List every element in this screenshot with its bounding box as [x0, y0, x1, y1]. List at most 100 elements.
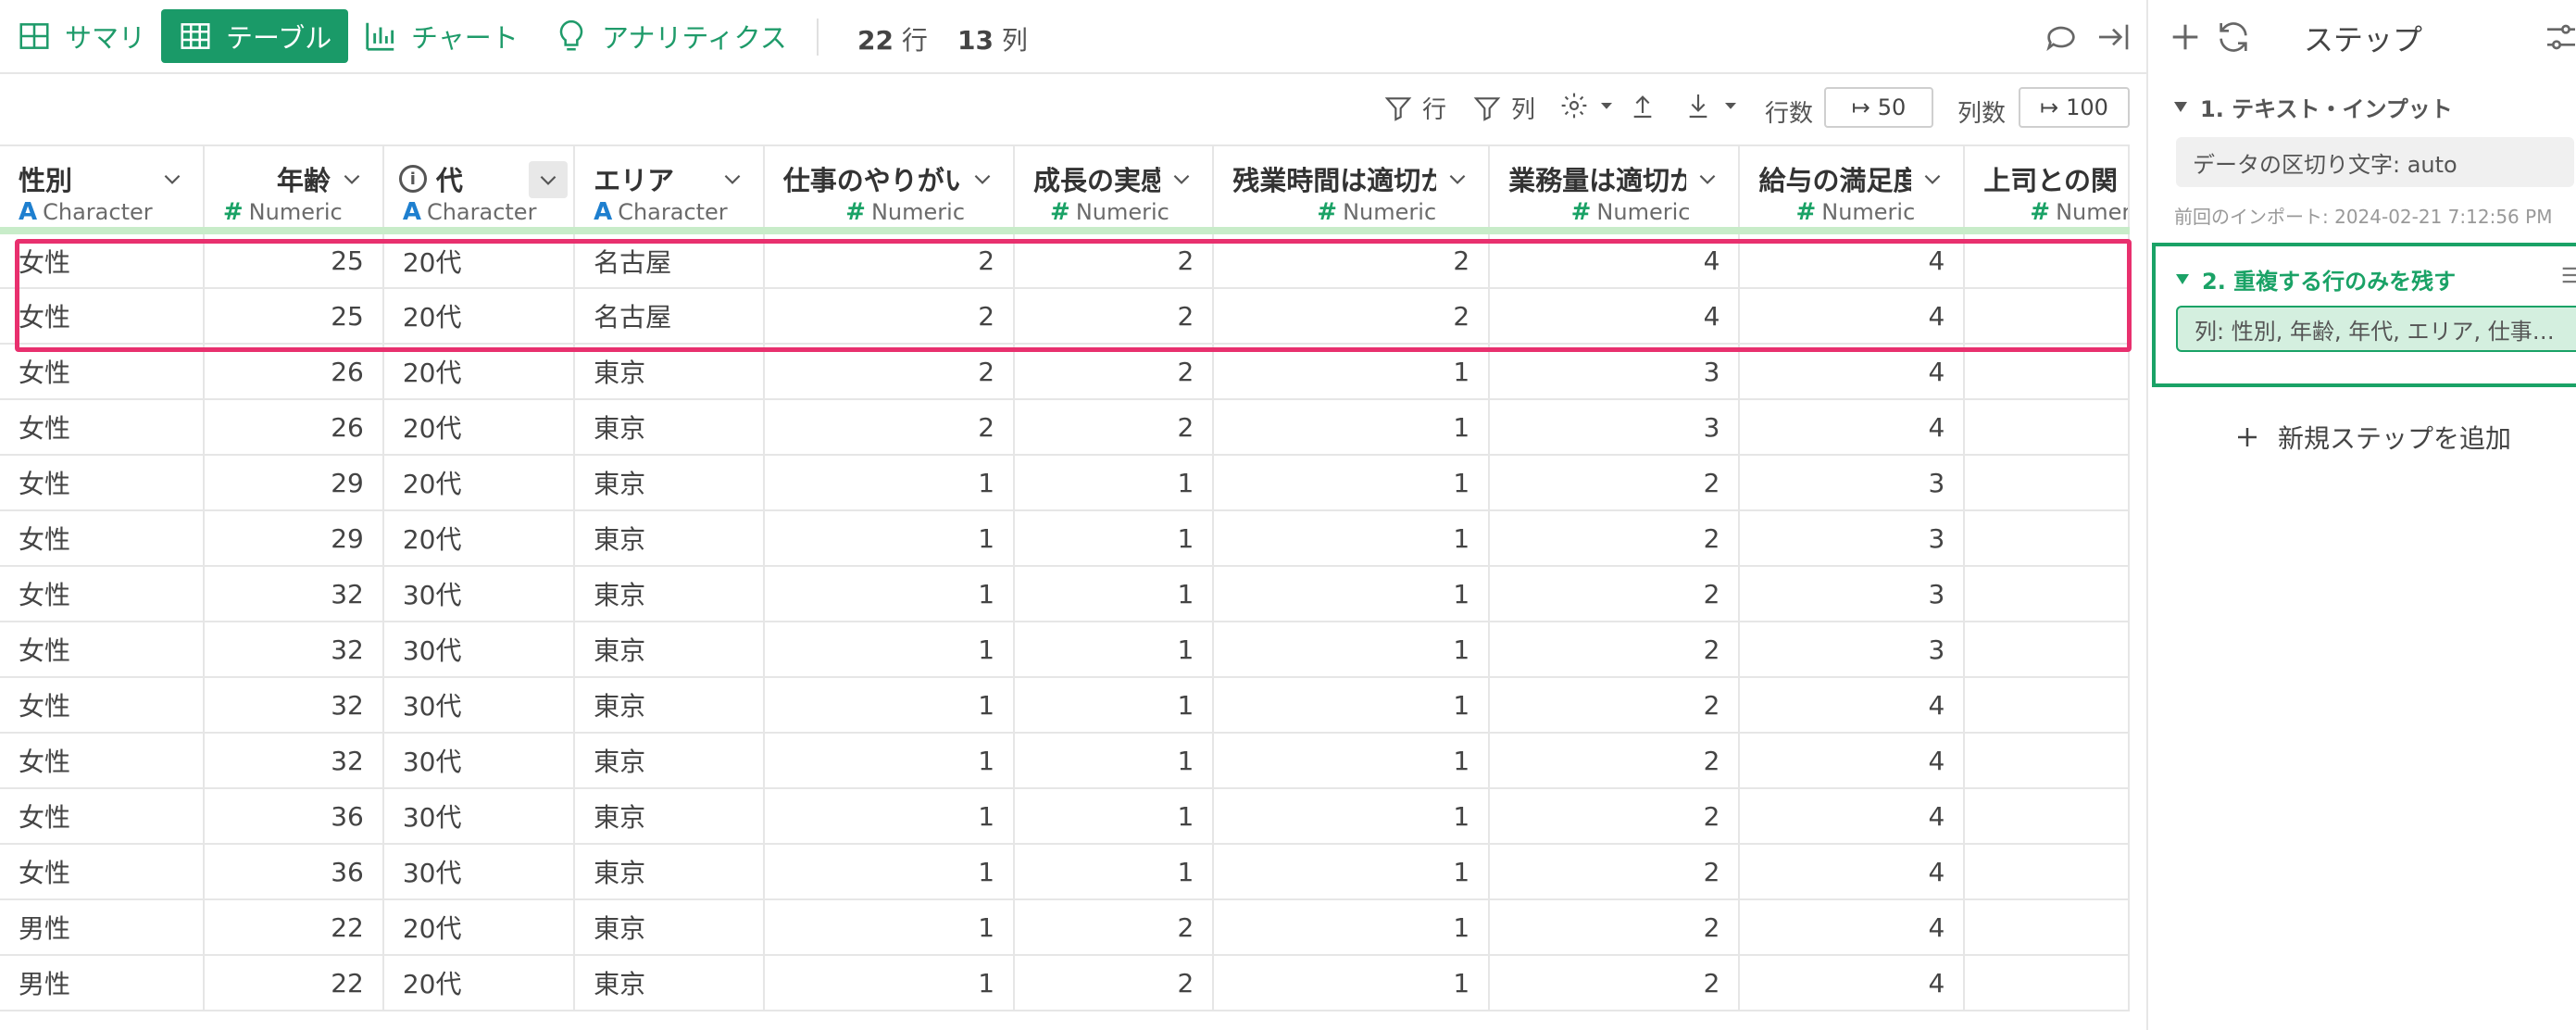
comment-icon[interactable] — [2043, 19, 2080, 56]
chevron-down-icon[interactable] — [340, 167, 364, 191]
table-cell[interactable]: 1 — [1014, 510, 1215, 567]
table-cell[interactable]: 1 — [763, 622, 1016, 678]
table-cell[interactable]: 男性 — [0, 955, 205, 1011]
table-cell[interactable]: 女性 — [0, 455, 205, 511]
row-limit-input[interactable]: ↦ 50 — [1824, 87, 1933, 128]
table-cell[interactable]: 2 — [1489, 455, 1741, 511]
table-cell[interactable]: 22 — [203, 899, 384, 956]
table-cell[interactable]: 20代 — [382, 899, 576, 956]
column-header-growth[interactable]: 成長の実感 # Numeric — [1014, 144, 1215, 234]
table-cell[interactable]: 2 — [1489, 510, 1741, 567]
table-cell[interactable]: 1 — [1213, 844, 1491, 900]
table-cell[interactable]: 1 — [1014, 788, 1215, 845]
table-cell[interactable]: 4 — [1739, 344, 1966, 400]
table-cell[interactable]: 2 — [1014, 899, 1215, 956]
table-cell[interactable]: 4 — [1739, 788, 1966, 845]
table-cell[interactable]: 女性 — [0, 288, 205, 345]
step-1-header[interactable]: 1. テキスト・インプット — [2174, 91, 2453, 123]
table-cell[interactable]: 29 — [203, 455, 384, 511]
table-cell[interactable]: 東京 — [574, 844, 765, 900]
table-cell[interactable]: 2 — [763, 288, 1016, 345]
table-cell[interactable] — [1964, 677, 2130, 734]
table-cell[interactable]: 4 — [1489, 231, 1741, 289]
chevron-down-icon[interactable] — [1169, 167, 1194, 191]
tab-chart[interactable]: チャート — [346, 9, 535, 63]
table-cell[interactable]: 26 — [203, 344, 384, 400]
chevron-down-icon[interactable] — [970, 167, 994, 191]
table-cell[interactable]: 女性 — [0, 622, 205, 678]
table-cell[interactable]: 1 — [1213, 344, 1491, 400]
table-cell[interactable]: 1 — [1213, 399, 1491, 456]
table-cell[interactable]: 26 — [203, 399, 384, 456]
table-cell[interactable]: 30代 — [382, 566, 576, 622]
sliders-icon[interactable] — [2543, 19, 2576, 56]
table-cell[interactable]: 2 — [763, 231, 1016, 289]
table-cell[interactable]: 1 — [1014, 455, 1215, 511]
table-cell[interactable]: 3 — [1489, 344, 1741, 400]
table-cell[interactable]: 20代 — [382, 344, 576, 400]
table-cell[interactable]: 1 — [1014, 622, 1215, 678]
table-cell[interactable]: 4 — [1739, 899, 1966, 956]
table-cell[interactable]: 1 — [763, 566, 1016, 622]
chevron-down-icon[interactable] — [1695, 167, 1719, 191]
table-cell[interactable]: 東京 — [574, 955, 765, 1011]
table-cell[interactable]: 25 — [203, 288, 384, 345]
table-cell[interactable]: 1 — [1213, 899, 1491, 956]
table-cell[interactable]: 20代 — [382, 231, 576, 289]
table-cell[interactable]: 32 — [203, 566, 384, 622]
table-cell[interactable] — [1964, 844, 2130, 900]
table-cell[interactable]: 女性 — [0, 231, 205, 289]
table-cell[interactable]: 4 — [1739, 844, 1966, 900]
table-cell[interactable]: 2 — [1489, 844, 1741, 900]
table-cell[interactable]: 女性 — [0, 844, 205, 900]
table-cell[interactable]: 1 — [1213, 510, 1491, 567]
table-cell[interactable] — [1964, 455, 2130, 511]
column-header-overtime[interactable]: 残業時間は適切か # Numeric — [1213, 144, 1491, 234]
table-cell[interactable] — [1964, 733, 2130, 789]
table-cell[interactable]: 2 — [1014, 344, 1215, 400]
table-cell[interactable]: 2 — [763, 399, 1016, 456]
table-cell[interactable]: 東京 — [574, 455, 765, 511]
table-cell[interactable]: 東京 — [574, 733, 765, 789]
chevron-down-icon[interactable] — [720, 167, 744, 191]
table-cell[interactable]: 1 — [1213, 677, 1491, 734]
table-cell[interactable]: 4 — [1739, 677, 1966, 734]
tab-analytics[interactable]: アナリティクス — [537, 9, 804, 63]
table-cell[interactable]: 東京 — [574, 788, 765, 845]
table-cell[interactable]: 3 — [1739, 455, 1966, 511]
table-cell[interactable] — [1964, 344, 2130, 400]
table-cell[interactable]: 4 — [1739, 733, 1966, 789]
table-cell[interactable]: 4 — [1739, 231, 1966, 289]
table-cell[interactable]: 1 — [1014, 677, 1215, 734]
tab-summary[interactable]: サマリ — [0, 9, 162, 63]
table-cell[interactable]: 2 — [1489, 733, 1741, 789]
column-filter-button[interactable]: 列 — [1472, 91, 1535, 125]
table-cell[interactable]: 1 — [1213, 455, 1491, 511]
table-cell[interactable]: 25 — [203, 231, 384, 289]
table-cell[interactable]: 3 — [1739, 510, 1966, 567]
table-cell[interactable] — [1964, 622, 2130, 678]
menu-icon[interactable] — [2557, 259, 2576, 291]
column-limit-input[interactable]: ↦ 100 — [2019, 87, 2130, 128]
table-cell[interactable] — [1964, 231, 2130, 289]
column-header-area[interactable]: エリア A Character — [574, 144, 765, 234]
table-cell[interactable]: 32 — [203, 733, 384, 789]
table-cell[interactable]: 1 — [763, 899, 1016, 956]
table-cell[interactable]: 1 — [1213, 788, 1491, 845]
table-cell[interactable]: 2 — [1489, 899, 1741, 956]
table-cell[interactable]: 女性 — [0, 733, 205, 789]
table-cell[interactable]: 1 — [1213, 733, 1491, 789]
table-cell[interactable] — [1964, 788, 2130, 845]
table-cell[interactable]: 東京 — [574, 510, 765, 567]
table-cell[interactable]: 名古屋 — [574, 231, 765, 289]
column-header-age[interactable]: 年齢 # Numeric — [203, 144, 384, 234]
table-cell[interactable]: 2 — [1014, 288, 1215, 345]
table-cell[interactable]: 30代 — [382, 788, 576, 845]
collapse-triangle-icon[interactable] — [2174, 102, 2187, 112]
column-header-salary[interactable]: 給与の満足度 # Numeric — [1739, 144, 1966, 234]
table-cell[interactable]: 2 — [1489, 677, 1741, 734]
column-header-job-satisfaction[interactable]: 仕事のやりがい # Numeric — [763, 144, 1016, 234]
column-header-gender[interactable]: 性別 A Character — [0, 144, 205, 234]
table-cell[interactable]: 1 — [763, 733, 1016, 789]
table-cell[interactable]: 32 — [203, 677, 384, 734]
